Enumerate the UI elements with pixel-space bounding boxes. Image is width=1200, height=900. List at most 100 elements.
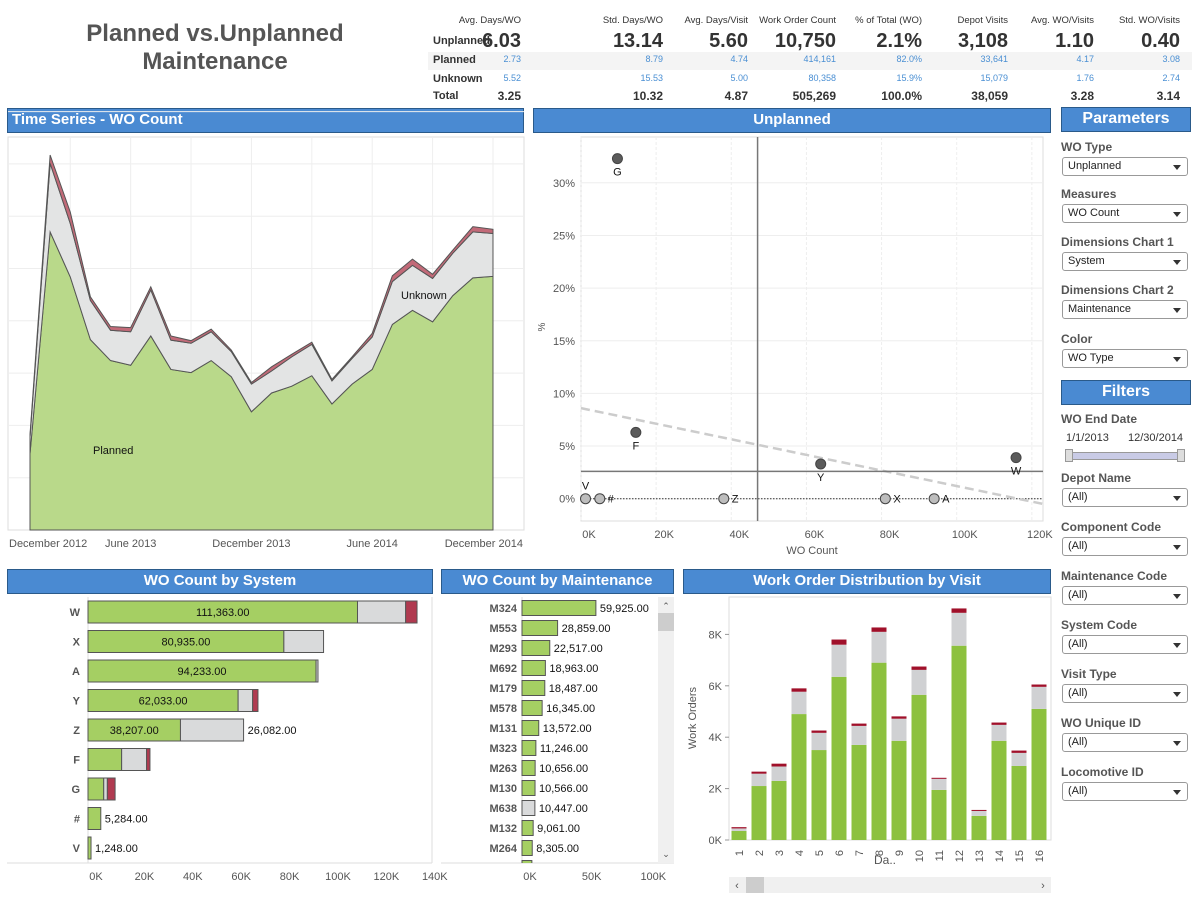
x-tick-label: 2	[754, 850, 766, 856]
x-tick-label: 60K	[231, 871, 251, 883]
category-label: M264	[489, 843, 517, 855]
point-label: W	[1011, 466, 1022, 478]
bar	[521, 720, 540, 736]
bar-segment-planned	[951, 645, 967, 840]
bar-segment-unknown	[1031, 686, 1047, 709]
x-axis-title: WO Count	[786, 545, 837, 557]
category-label: M553	[489, 623, 517, 635]
data-label: 9,061.00	[537, 823, 580, 835]
bar-segment-planned	[731, 831, 747, 840]
x-tick-label: 6	[834, 850, 846, 856]
bar-segment-planned	[971, 815, 987, 840]
bar-segment-unplanned	[771, 763, 787, 767]
bar-segment-planned	[751, 786, 767, 840]
x-tick-label: 3	[774, 850, 786, 856]
y-tick-label: 25%	[553, 230, 575, 242]
x-tick-label: 40K	[729, 529, 749, 541]
x-tick-label: June 2014	[347, 538, 398, 550]
x-tick-label: 15	[1014, 850, 1026, 862]
scroll-down-icon[interactable]: ⌄	[662, 849, 670, 859]
scroll-right-icon[interactable]: ›	[1041, 880, 1045, 892]
category-label: M578	[489, 703, 517, 715]
bar-segment-planned	[891, 740, 907, 840]
bar-segment-unplanned	[252, 689, 259, 712]
scroll-up-icon[interactable]: ⌃	[662, 601, 670, 611]
category-label: #	[74, 814, 80, 826]
data-label: 10,566.00	[539, 783, 588, 795]
data-label: 22,517.00	[554, 643, 603, 655]
point-label: #	[608, 494, 615, 506]
bar-segment-planned	[991, 740, 1007, 840]
data-label: 10,656.00	[539, 763, 588, 775]
bar	[521, 840, 533, 856]
x-tick-label: 120K	[374, 871, 400, 883]
bar-segment-unknown	[951, 612, 967, 646]
category-label: V	[73, 843, 81, 855]
category-label: X	[73, 637, 81, 649]
y-tick-label: 8K	[709, 629, 723, 641]
bar-segment-unknown	[751, 773, 767, 787]
horizontal-scrollbar[interactable]	[729, 877, 1051, 893]
bar-segment-unplanned	[891, 716, 907, 719]
bar-segment-unplanned	[106, 777, 116, 801]
category-label: G	[71, 784, 80, 796]
x-tick-label: 100K	[952, 529, 978, 541]
data-label: 1,248.00	[95, 843, 138, 855]
x-tick-label: 4	[794, 850, 806, 856]
point-label: A	[942, 494, 950, 506]
x-tick-label: 11	[934, 850, 946, 861]
bar-segment-unplanned	[931, 777, 947, 779]
bar-segment-unplanned	[146, 748, 151, 771]
scrollbar-thumb[interactable]	[658, 613, 674, 631]
x-tick-label: 100K	[325, 871, 351, 883]
bar	[521, 660, 546, 676]
bar-segment-unplanned	[851, 723, 867, 726]
bar-segment-unplanned	[831, 639, 847, 645]
bar-segment-unknown	[851, 725, 867, 745]
vertical-scrollbar[interactable]	[658, 597, 674, 863]
y-axis-title: Work Orders	[687, 686, 699, 749]
data-label: 18,963.00	[549, 663, 598, 675]
bar-segment-unplanned	[811, 730, 827, 733]
y-tick-label: 30%	[553, 178, 575, 190]
scrollbar-thumb[interactable]	[746, 877, 764, 893]
bar-segment-unplanned	[911, 666, 927, 670]
x-tick-label: 0K	[582, 529, 596, 541]
x-tick-label: December 2012	[9, 538, 87, 550]
y-tick-label: 20%	[553, 283, 575, 295]
x-tick-label: 60K	[805, 529, 825, 541]
data-label: 62,033.00	[139, 696, 188, 708]
y-tick-label: 10%	[553, 388, 575, 400]
data-label: 11,246.00	[540, 743, 588, 755]
bar-segment-unknown	[771, 766, 787, 781]
scatter-point	[928, 493, 940, 505]
scatter-point	[611, 153, 623, 165]
scatter-point	[594, 493, 606, 505]
bar	[521, 800, 536, 816]
x-tick-label: 12	[954, 850, 966, 862]
bar-segment-unplanned	[751, 771, 767, 774]
bar-segment-unknown	[121, 748, 148, 771]
x-tick-label: June 2013	[105, 538, 156, 550]
bar-segment-planned	[1011, 765, 1027, 840]
bar-segment-planned	[87, 748, 123, 771]
data-label: 13,572.00	[543, 723, 592, 735]
point-label: Z	[732, 494, 739, 506]
bar-segment-unknown	[971, 810, 987, 816]
scatter-point	[630, 426, 642, 438]
bar-segment-unknown	[911, 669, 927, 695]
bar-segment-unknown	[871, 631, 887, 663]
x-tick-label: 1	[734, 850, 746, 856]
planned-annotation: Planned	[93, 445, 133, 457]
x-tick-label: 13	[974, 850, 986, 862]
category-label: Z	[73, 725, 80, 737]
scroll-left-icon[interactable]: ‹	[735, 880, 739, 892]
bar	[521, 740, 537, 756]
data-label: 26,082.00	[248, 725, 297, 737]
scatter-frame	[580, 136, 1044, 522]
scatter-point	[879, 493, 891, 505]
x-tick-label: December 2014	[445, 538, 523, 550]
bar-segment-planned	[931, 789, 947, 840]
x-tick-label: 10	[914, 850, 926, 862]
bar-segment-unknown	[891, 718, 907, 741]
